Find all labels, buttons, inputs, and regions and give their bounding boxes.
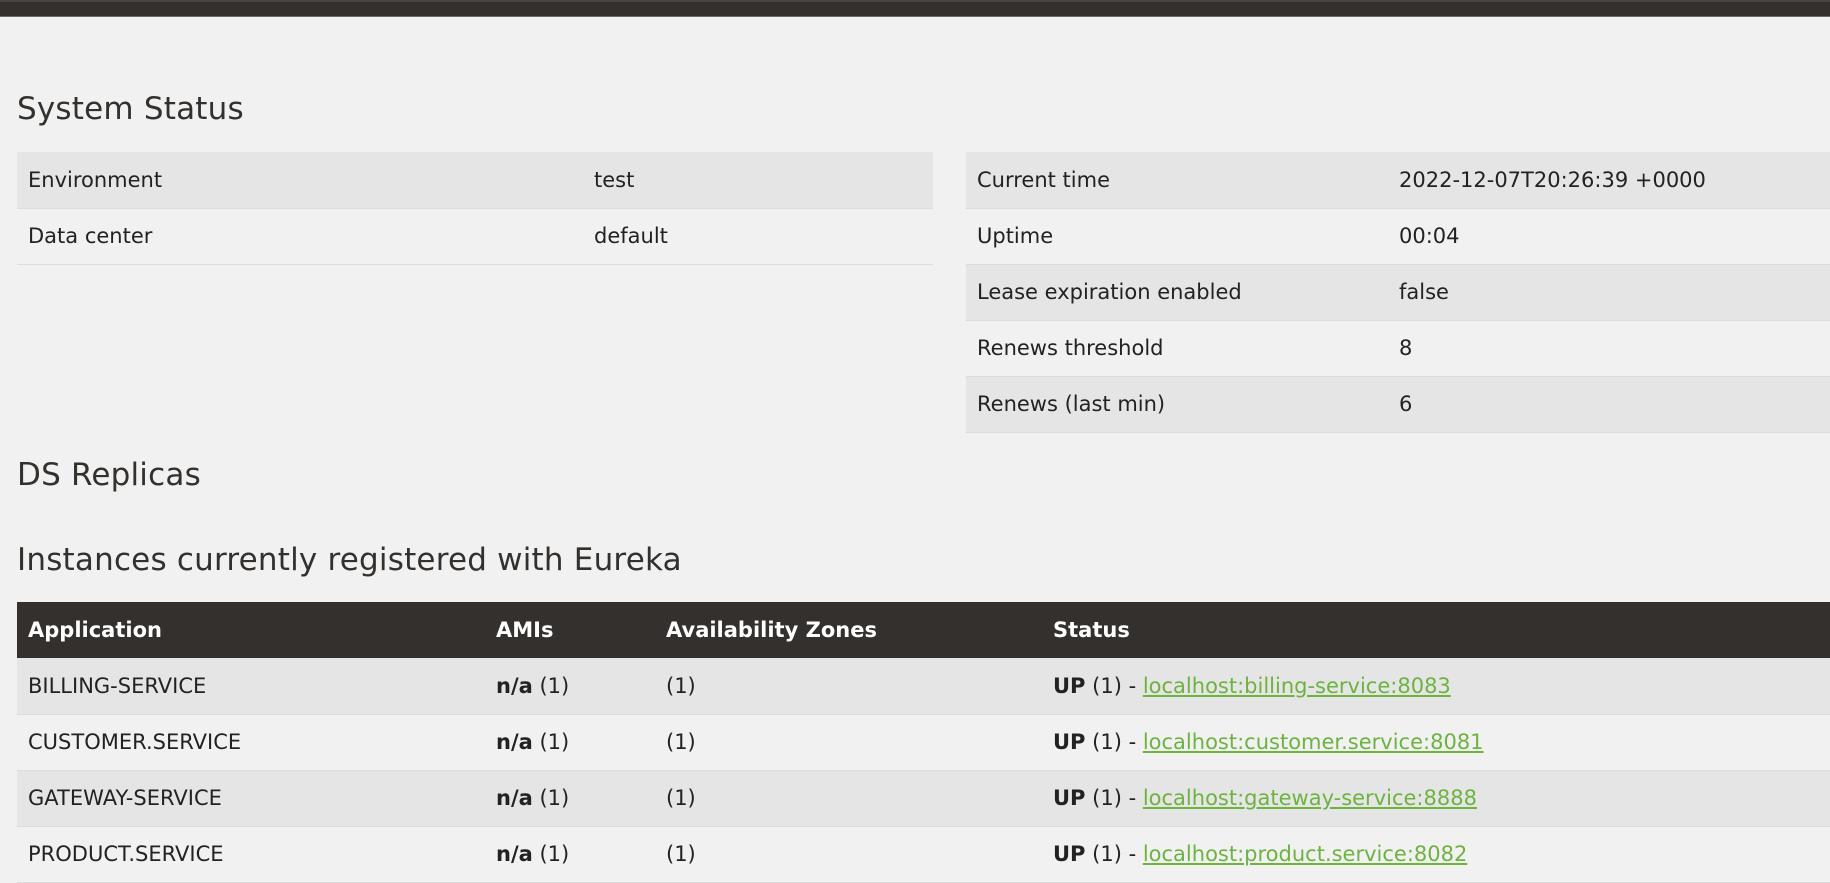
instances-table: Application AMIs Availability Zones Stat…: [17, 602, 1830, 883]
status-count: (1) -: [1092, 730, 1137, 754]
status-value: UP: [1053, 842, 1086, 866]
status-info-table: Current time 2022-12-07T20:26:39 +0000 U…: [966, 152, 1830, 433]
top-navbar: [0, 0, 1830, 17]
environment-table: Environment test Data center default: [17, 152, 933, 265]
current-time-label: Current time: [977, 167, 1110, 192]
uptime-value: 00:04: [1399, 224, 1460, 248]
status-cell: UP (1) - localhost:billing-service:8083: [1042, 658, 1830, 714]
application-name: PRODUCT.SERVICE: [28, 842, 224, 866]
table-row: CUSTOMER.SERVICE n/a (1) (1) UP (1) - lo…: [17, 714, 1830, 770]
status-count: (1) -: [1092, 786, 1137, 810]
status-cell: UP (1) - localhost:customer.service:8081: [1042, 714, 1830, 770]
table-row: Renews (last min) 6: [966, 376, 1830, 432]
zones-cell: (1): [666, 786, 696, 810]
column-header-availability-zones: Availability Zones: [666, 618, 877, 642]
status-value: UP: [1053, 786, 1086, 810]
amis-value: n/a: [496, 730, 533, 754]
lease-expiration-label: Lease expiration enabled: [977, 280, 1242, 304]
current-time-value: 2022-12-07T20:26:39 +0000: [1399, 167, 1706, 192]
uptime-label: Uptime: [977, 224, 1054, 248]
status-count: (1) -: [1092, 673, 1137, 698]
amis-cell: n/a (1): [485, 714, 655, 770]
amis-count: (1): [539, 673, 570, 698]
status-count: (1) -: [1092, 842, 1137, 866]
table-row: Environment test: [17, 152, 933, 208]
zones-cell: (1): [666, 730, 696, 754]
env-label: Environment: [28, 167, 163, 192]
amis-cell: n/a (1): [485, 658, 655, 714]
table-row: GATEWAY-SERVICE n/a (1) (1) UP (1) - loc…: [17, 770, 1830, 826]
datacenter-value: default: [594, 224, 668, 248]
ds-replicas-heading: DS Replicas: [17, 457, 201, 493]
table-row: Uptime 00:04: [966, 208, 1830, 264]
renews-last-min-value: 6: [1399, 392, 1413, 416]
zones-cell: (1): [666, 673, 696, 698]
application-name: BILLING-SERVICE: [28, 673, 207, 698]
amis-cell: n/a (1): [485, 770, 655, 826]
amis-value: n/a: [496, 673, 533, 698]
column-header-application: Application: [28, 618, 162, 642]
status-cell: UP (1) - localhost:gateway-service:8888: [1042, 770, 1830, 826]
amis-count: (1): [539, 730, 570, 754]
instance-link[interactable]: localhost:product.service:8082: [1143, 842, 1468, 866]
system-status-heading: System Status: [17, 91, 244, 127]
amis-count: (1): [539, 786, 570, 810]
instance-link[interactable]: localhost:billing-service:8083: [1143, 674, 1451, 698]
column-header-status: Status: [1053, 618, 1130, 642]
amis-value: n/a: [496, 842, 533, 866]
table-row: PRODUCT.SERVICE n/a (1) (1) UP (1) - loc…: [17, 826, 1830, 882]
table-row: Data center default: [17, 208, 933, 264]
lease-expiration-value: false: [1399, 280, 1449, 304]
renews-threshold-value: 8: [1399, 336, 1413, 360]
table-header-row: Application AMIs Availability Zones Stat…: [17, 602, 1830, 658]
application-name: GATEWAY-SERVICE: [28, 786, 222, 810]
amis-cell: n/a (1): [485, 826, 655, 882]
application-name: CUSTOMER.SERVICE: [28, 730, 242, 754]
datacenter-label: Data center: [28, 224, 153, 248]
amis-value: n/a: [496, 786, 533, 810]
table-row: Renews threshold 8: [966, 320, 1830, 376]
column-header-amis: AMIs: [496, 618, 554, 642]
renews-last-min-label: Renews (last min): [977, 392, 1166, 416]
env-value: test: [594, 167, 635, 192]
instances-heading: Instances currently registered with Eure…: [17, 542, 682, 578]
status-value: UP: [1053, 673, 1086, 698]
instance-link[interactable]: localhost:customer.service:8081: [1143, 730, 1484, 754]
status-value: UP: [1053, 730, 1086, 754]
status-cell: UP (1) - localhost:product.service:8082: [1042, 826, 1830, 882]
instance-link[interactable]: localhost:gateway-service:8888: [1143, 786, 1477, 810]
zones-cell: (1): [666, 842, 696, 866]
table-row: Current time 2022-12-07T20:26:39 +0000: [966, 152, 1830, 208]
table-row: BILLING-SERVICE n/a (1) (1) UP (1) - loc…: [17, 658, 1830, 714]
amis-count: (1): [539, 842, 570, 866]
renews-threshold-label: Renews threshold: [977, 336, 1164, 360]
table-row: Lease expiration enabled false: [966, 264, 1830, 320]
